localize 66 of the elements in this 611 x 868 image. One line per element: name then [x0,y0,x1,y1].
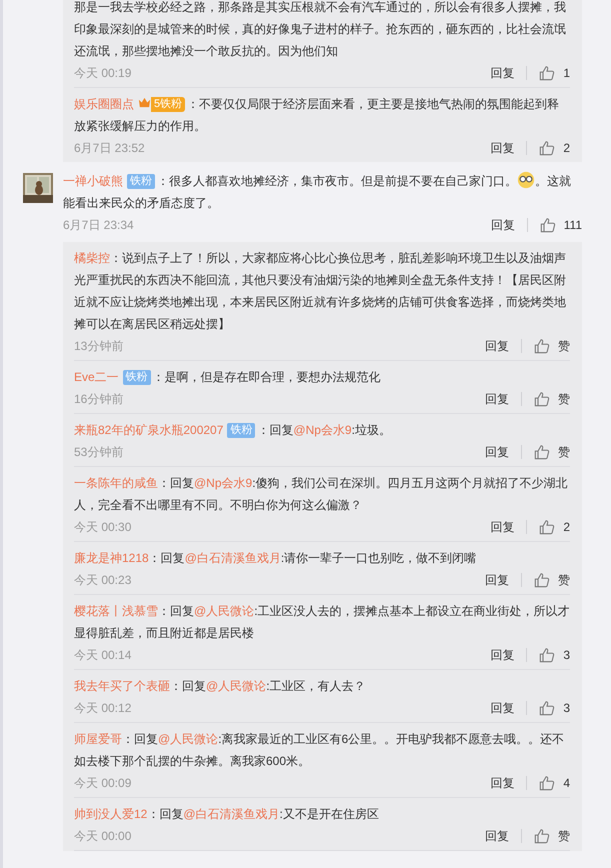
comment-text: 我去年买了个表砸：回复@人民微论:工业区，有人去？ [74,678,367,695]
thumbs-up-icon [534,444,550,460]
comment-text: Eve二一 铁粉 ：是啊，但是存在即合理，要想办法规范化 [74,369,382,387]
comment-text: 廉龙是神1218：回复@白石清溪鱼戏月:请你一辈子一口也别吃，做不到闭嘴 [74,550,478,567]
fan-badge: 铁粉 [227,423,256,438]
thumbs-up-icon [540,217,556,233]
comment-text: 那是一我去学校必经之路，那条路是其实压根就不会有汽车通过的，所以会有很多人摆摊，我印象最深刻的是城管来的时候，真的好像鬼子进村的样子。抢东西的，砸东西的，比社会流氓还流氓，那些摆地摊没一个敢反抗的。因为他们知 [74,0,567,60]
like-button[interactable]: 赞 [534,338,570,354]
thumbs-up-icon [534,828,550,844]
timestamp: 6月7日 23:34 [63,216,134,234]
comment-text: 一条陈年的咸鱼：回复@Np会水9:傻狗，我们公司在深圳。四月五月这两个月就招了不少湖北人，完全看不出哪里有不同。不明白你为何这么偏激？ [74,475,569,514]
fan-badge: 铁粉 [127,174,155,189]
comment-text: 一禅小破熊 铁粉 ：很多人都喜欢地摊经济，集市夜市。但是前提不要在自己家门口。 。这就能看出来民众的矛盾态度了。 [63,170,582,214]
thumbs-up-icon [539,700,556,716]
reply-link[interactable]: 回复 [485,390,509,408]
reply-link[interactable]: 回复 [490,774,514,792]
like-button[interactable]: 赞 [534,828,570,844]
comment-text: 师屋爱哥：回复@人民微论:离我家最近的工业区有6公里。。开电驴我都不愿意去哦。。还不如去楼下那个乱摆的牛杂摊。离我家600米。 [74,731,566,770]
reply-link[interactable]: 回复 [490,64,514,82]
like-button[interactable]: 赞 [534,444,570,460]
timestamp: 今天 00:19 [74,64,132,82]
reply-link[interactable]: 回复 [490,646,514,664]
timestamp: 53分钟前 [74,444,124,460]
reply-link[interactable]: 回复 [485,338,509,354]
thumbs-up-icon [539,647,556,663]
timestamp: 今天 00:30 [74,518,132,536]
thumbs-up-icon [534,338,550,354]
reply-link[interactable]: 回复 [485,444,509,460]
like-button[interactable]: 2 [539,140,570,156]
reply-link[interactable]: 回复 [490,216,515,234]
timestamp: 今天 00:14 [74,646,132,664]
thumbs-up-icon [539,519,556,535]
like-button[interactable]: 1 [539,65,570,81]
timestamp: 今天 00:09 [74,774,132,792]
like-button[interactable]: 4 [539,775,570,791]
timestamp: 6月7日 23:52 [74,140,145,156]
timestamp: 13分钟前 [74,338,124,354]
timestamp: 今天 00:00 [74,828,132,844]
like-button[interactable]: 111 [540,217,582,233]
fan-badge: 铁粉 [122,370,151,385]
like-button[interactable]: 赞 [534,390,570,408]
timestamp: 今天 00:12 [74,700,132,716]
thumbs-up-icon [534,391,550,407]
thumbs-up-icon [539,65,556,81]
thumbs-up-icon [539,140,556,156]
reply-link[interactable]: 回复 [485,572,509,588]
reply-link[interactable]: 回复 [490,518,514,536]
glasses-emoji-icon [517,171,535,189]
like-button[interactable]: 2 [539,519,570,535]
reply-link[interactable]: 回复 [490,140,514,156]
reply-link[interactable]: 回复 [485,828,509,844]
crown-icon [138,96,151,109]
thumbs-up-icon [534,572,550,588]
comment-text: 橘柴控：说到点子上了！所以，大家都应将心比心换位思考，脏乱差影响环境卫生以及油烟声光严重扰民的东西决不能回流，其他只要没有油烟污染的地摊则全盘无条件支持！【居民区附近就不应让烧烤类地摊出现，本来居民区附近就有许多烧烤的店铺可供食客选择，而烧烤类地摊可以在离居民区稍远处摆】 [74,250,567,333]
like-button[interactable]: 3 [539,700,570,716]
thumbs-up-icon [539,775,556,791]
comment-text: 娱乐圈圈点 5铁粉 ：不要仅仅局限于经济层面来看，更主要是接地气热闹的氛围能起到释放紧张缓解压力的作用。 [74,95,560,135]
comment-text: 来瓶82年的矿泉水瓶200207 铁粉 ：回复@Np会水9:垃圾。 [74,422,392,440]
timestamp: 16分钟前 [74,390,124,408]
comment-text: 樱花落丨浅慕雪：回复@人民微论:工业区没人去的，摆摊点基本上都设立在商业街处，所以才显得脏乱差，而且附近都是居民楼 [74,603,570,642]
timestamp: 今天 00:23 [74,572,132,588]
reply-link[interactable]: 回复 [490,700,514,716]
comment-text: 帅到没人爱12：回复@白石清溪鱼戏月:又不是开在住房区 [74,806,380,823]
like-button[interactable]: 3 [539,647,570,663]
like-button[interactable]: 赞 [534,572,570,588]
fan-badge: 5铁粉 [151,97,186,112]
